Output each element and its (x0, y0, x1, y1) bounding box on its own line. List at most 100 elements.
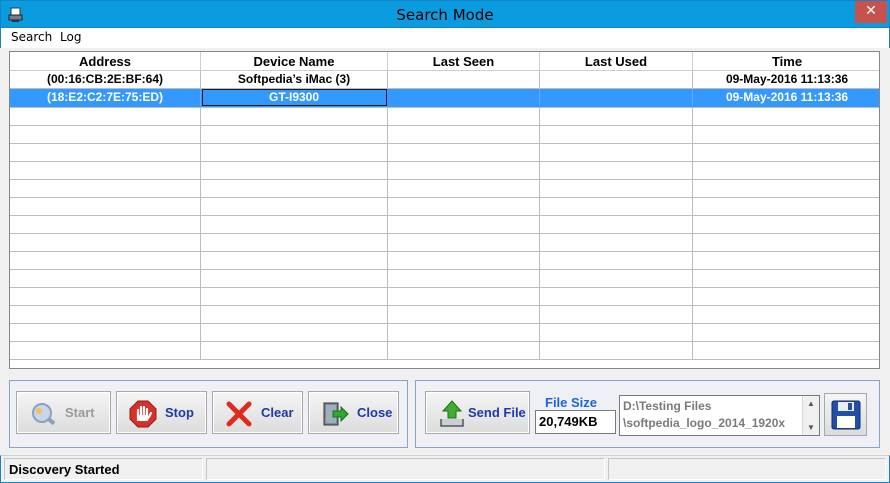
cell-empty (10, 324, 201, 341)
cell-empty (10, 162, 201, 179)
send-file-label: Send File (468, 405, 526, 420)
clear-label: Clear (261, 405, 294, 420)
column-last-used[interactable]: Last Used (540, 52, 693, 71)
table-row-empty[interactable] (10, 324, 879, 342)
table-row-empty[interactable] (10, 288, 879, 306)
cell-time: 09-May-2016 11:13:36 (725, 90, 849, 104)
cell-empty (693, 252, 879, 269)
file-path-field[interactable]: D:\Testing Files \softpedia_logo_2014_19… (619, 395, 820, 436)
cell-empty (693, 180, 879, 197)
cell-last-seen (388, 71, 540, 88)
exit-door-icon (323, 402, 349, 426)
stop-hand-icon (129, 400, 157, 428)
table-row-empty[interactable] (10, 342, 879, 360)
cell-device-name: Softpedia’s iMac (3) (201, 71, 388, 88)
cell-empty (540, 288, 693, 305)
cell-empty (201, 108, 388, 125)
cell-empty (388, 234, 540, 251)
status-text: Discovery Started (9, 462, 120, 477)
menu-log[interactable]: Log (60, 30, 81, 44)
cell-last-used (540, 89, 693, 106)
status-panel-3 (608, 458, 886, 480)
cell-empty (388, 108, 540, 125)
cell-empty (693, 126, 879, 143)
column-last-seen[interactable]: Last Seen (388, 52, 540, 71)
cell-empty (693, 216, 879, 233)
table-row-empty[interactable] (10, 216, 879, 234)
cell-empty (201, 126, 388, 143)
start-search-icon (32, 403, 56, 426)
cell-empty (388, 306, 540, 323)
table-row-empty[interactable] (10, 144, 879, 162)
table-header: Address Device Name Last Seen Last Used … (10, 52, 879, 71)
table-row-empty[interactable] (10, 126, 879, 144)
cell-empty (201, 342, 388, 359)
table-row-empty[interactable] (10, 180, 879, 198)
cell-empty (540, 126, 693, 143)
cell-empty (10, 252, 201, 269)
cell-empty (693, 108, 879, 125)
cell-empty (693, 270, 879, 287)
cell-empty (693, 234, 879, 251)
close-window-button[interactable]: ✕ (855, 1, 887, 23)
cell-time: 09-May-2016 11:13:36 (725, 72, 849, 86)
file-path-line-2: \softpedia_logo_2014_1920x (623, 416, 786, 430)
cell-empty (693, 198, 879, 215)
cell-empty (10, 126, 201, 143)
cell-empty (388, 288, 540, 305)
cell-empty (388, 126, 540, 143)
table-row-empty[interactable] (10, 252, 879, 270)
scroll-down-icon[interactable]: ▼ (807, 423, 815, 432)
cell-empty (10, 288, 201, 305)
cell-last-used (540, 71, 693, 88)
cell-empty (201, 270, 388, 287)
table-row-empty[interactable] (10, 270, 879, 288)
send-file-button[interactable]: Send File (425, 391, 530, 434)
table-row[interactable]: (00:16:CB:2E:BF:64) Softpedia’s iMac (3)… (10, 71, 879, 89)
column-device-name[interactable]: Device Name (201, 52, 388, 71)
upload-arrow-icon (440, 400, 464, 427)
cell-last-seen (388, 89, 540, 106)
cell-empty (693, 288, 879, 305)
close-label: Close (357, 405, 393, 420)
start-label: Start (65, 405, 95, 420)
table-row-empty[interactable] (10, 108, 879, 126)
table-row-empty[interactable] (10, 162, 879, 180)
column-address[interactable]: Address (10, 52, 201, 71)
cell-empty (388, 342, 540, 359)
close-button[interactable]: Close (308, 391, 399, 434)
cell-empty (540, 324, 693, 341)
cell-empty (10, 198, 201, 215)
device-table[interactable]: Address Device Name Last Seen Last Used … (9, 51, 880, 369)
browse-save-button[interactable] (824, 393, 867, 436)
file-size-field[interactable]: 20,749KB (535, 410, 616, 434)
cell-empty (388, 324, 540, 341)
table-row-empty[interactable] (10, 198, 879, 216)
cell-empty (10, 270, 201, 287)
table-row-empty[interactable] (10, 306, 879, 324)
cell-empty (540, 306, 693, 323)
stop-button[interactable]: Stop (116, 391, 207, 434)
clear-x-icon (226, 401, 252, 427)
clear-button[interactable]: Clear (212, 391, 303, 434)
cell-empty (388, 162, 540, 179)
table-row-empty[interactable] (10, 234, 879, 252)
cell-empty (10, 108, 201, 125)
menu-search[interactable]: Search (11, 30, 52, 44)
cell-empty (388, 198, 540, 215)
start-button[interactable]: Start (16, 391, 111, 434)
scroll-up-icon[interactable]: ▲ (807, 399, 815, 408)
cell-empty (10, 342, 201, 359)
file-path-scrollbar[interactable]: ▲ ▼ (802, 396, 819, 435)
cell-empty (540, 144, 693, 161)
cell-empty (388, 144, 540, 161)
table-row-selected[interactable]: (18:E2:C2:7E:75:ED) GT-I9300 09-May-2016… (10, 89, 879, 108)
cell-empty (201, 252, 388, 269)
cell-empty (540, 342, 693, 359)
menu-bar: Search Log (0, 28, 890, 48)
cell-empty (201, 198, 388, 215)
cell-empty (201, 162, 388, 179)
floppy-disk-icon (831, 400, 861, 430)
status-bar: Discovery Started (0, 455, 890, 483)
column-time[interactable]: Time (693, 52, 879, 71)
